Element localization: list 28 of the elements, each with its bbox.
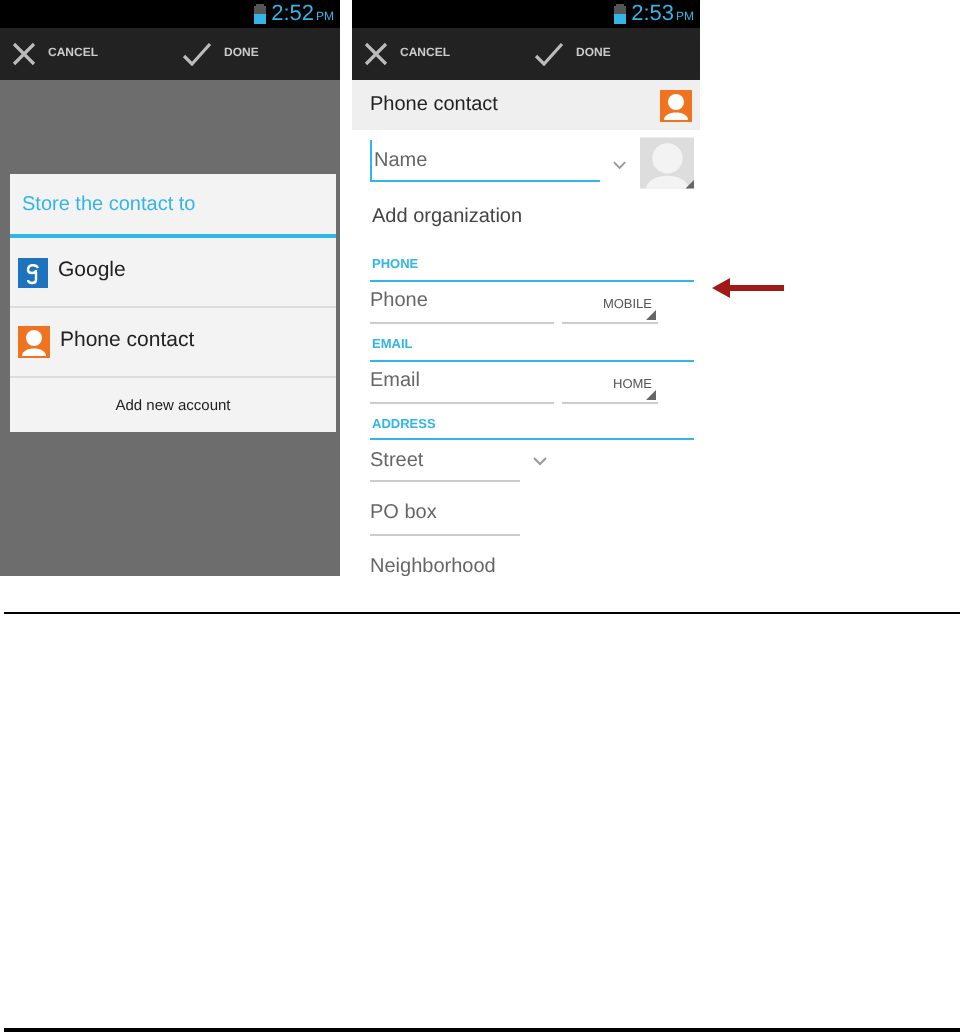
close-icon (12, 42, 36, 66)
clock-time: 2:53 (631, 3, 674, 25)
account-icon (18, 257, 48, 287)
checkmark-icon (534, 42, 564, 66)
person-icon (18, 326, 50, 358)
text-field[interactable]: Street (370, 440, 520, 483)
chevron-icon (612, 160, 628, 170)
battery-icon (613, 4, 626, 24)
add-organization-link[interactable]: Add organization (370, 190, 523, 244)
checkmark-icon (182, 42, 212, 66)
text-field[interactable]: Neighborhood (370, 546, 520, 576)
text-field[interactable]: PO box (370, 493, 520, 536)
corner-icon (646, 309, 656, 320)
arrow-icon (712, 277, 784, 298)
text-field[interactable]: Name (370, 140, 600, 182)
avatar-icon (639, 136, 694, 190)
chevron-icon (532, 456, 548, 467)
person-icon (660, 89, 692, 121)
account-option[interactable]: Phone contact (10, 308, 336, 378)
corner-icon (646, 389, 656, 399)
close-icon (364, 42, 388, 66)
account-name: Phone contact (370, 92, 498, 120)
dialog-title: Store the contact to (10, 174, 336, 238)
text-field[interactable]: Email (370, 361, 554, 403)
battery-icon (253, 4, 266, 24)
account-option[interactable]: Google (10, 238, 336, 308)
clock-time: 2:52 (271, 3, 314, 25)
text-field[interactable]: Phone (370, 281, 554, 324)
